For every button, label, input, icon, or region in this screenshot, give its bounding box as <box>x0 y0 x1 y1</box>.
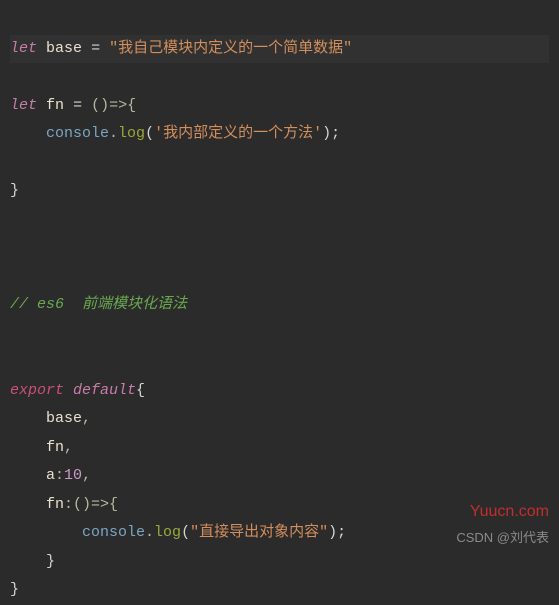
comma: , <box>82 467 91 484</box>
code-line: console.log("直接导出对象内容"); <box>10 524 346 541</box>
identifier: fn <box>46 97 64 114</box>
code-line: base, <box>10 410 91 427</box>
paren: ( <box>181 524 190 541</box>
paren: ( <box>145 125 154 142</box>
string-literal: "我自己模块内定义的一个简单数据" <box>109 40 352 57</box>
brace-close: } <box>10 581 19 598</box>
code-line: console.log('我内部定义的一个方法'); <box>10 125 340 142</box>
colon: : <box>55 467 64 484</box>
code-line: } <box>10 553 55 570</box>
arrow-fn: ()=>{ <box>91 97 136 114</box>
console-obj: console <box>46 125 109 142</box>
string-literal: "直接导出对象内容" <box>190 524 328 541</box>
code-line: } <box>10 581 19 598</box>
operator: = <box>91 40 100 57</box>
comment: // es6 前端模块化语法 <box>10 296 187 313</box>
dot: . <box>109 125 118 142</box>
comma: , <box>82 410 91 427</box>
console-obj: console <box>82 524 145 541</box>
brace-close: } <box>46 553 55 570</box>
paren-close: ); <box>328 524 346 541</box>
keyword-export: export <box>10 382 64 399</box>
code-block: let base = "我自己模块内定义的一个简单数据" let fn = ()… <box>10 6 549 605</box>
prop-key: fn <box>46 439 64 456</box>
code-line: } <box>10 182 19 199</box>
string-literal: '我内部定义的一个方法' <box>154 125 322 142</box>
code-line: let base = "我自己模块内定义的一个简单数据" <box>10 35 549 64</box>
identifier: base <box>46 40 82 57</box>
number-literal: 10 <box>64 467 82 484</box>
operator: = <box>73 97 82 114</box>
brace-open: { <box>136 382 145 399</box>
paren-close: ); <box>322 125 340 142</box>
code-line: let fn = ()=>{ <box>10 97 136 114</box>
arrow-fn: ()=>{ <box>73 496 118 513</box>
code-line: fn:()=>{ <box>10 496 118 513</box>
colon: : <box>64 496 73 513</box>
method-log: log <box>154 524 181 541</box>
code-line: a:10, <box>10 467 91 484</box>
prop-key: base <box>46 410 82 427</box>
code-line: export default{ <box>10 382 145 399</box>
comma: , <box>64 439 73 456</box>
brace-close: } <box>10 182 19 199</box>
code-line: fn, <box>10 439 73 456</box>
prop-key: fn <box>46 496 64 513</box>
dot: . <box>145 524 154 541</box>
keyword-let: let <box>10 40 37 57</box>
method-log: log <box>118 125 145 142</box>
watermark-site: Yuucn.com <box>470 497 549 527</box>
keyword-default: default <box>73 382 136 399</box>
code-line: // es6 前端模块化语法 <box>10 296 187 313</box>
watermark-author: CSDN @刘代表 <box>456 526 549 551</box>
prop-key: a <box>46 467 55 484</box>
keyword-let: let <box>10 97 37 114</box>
